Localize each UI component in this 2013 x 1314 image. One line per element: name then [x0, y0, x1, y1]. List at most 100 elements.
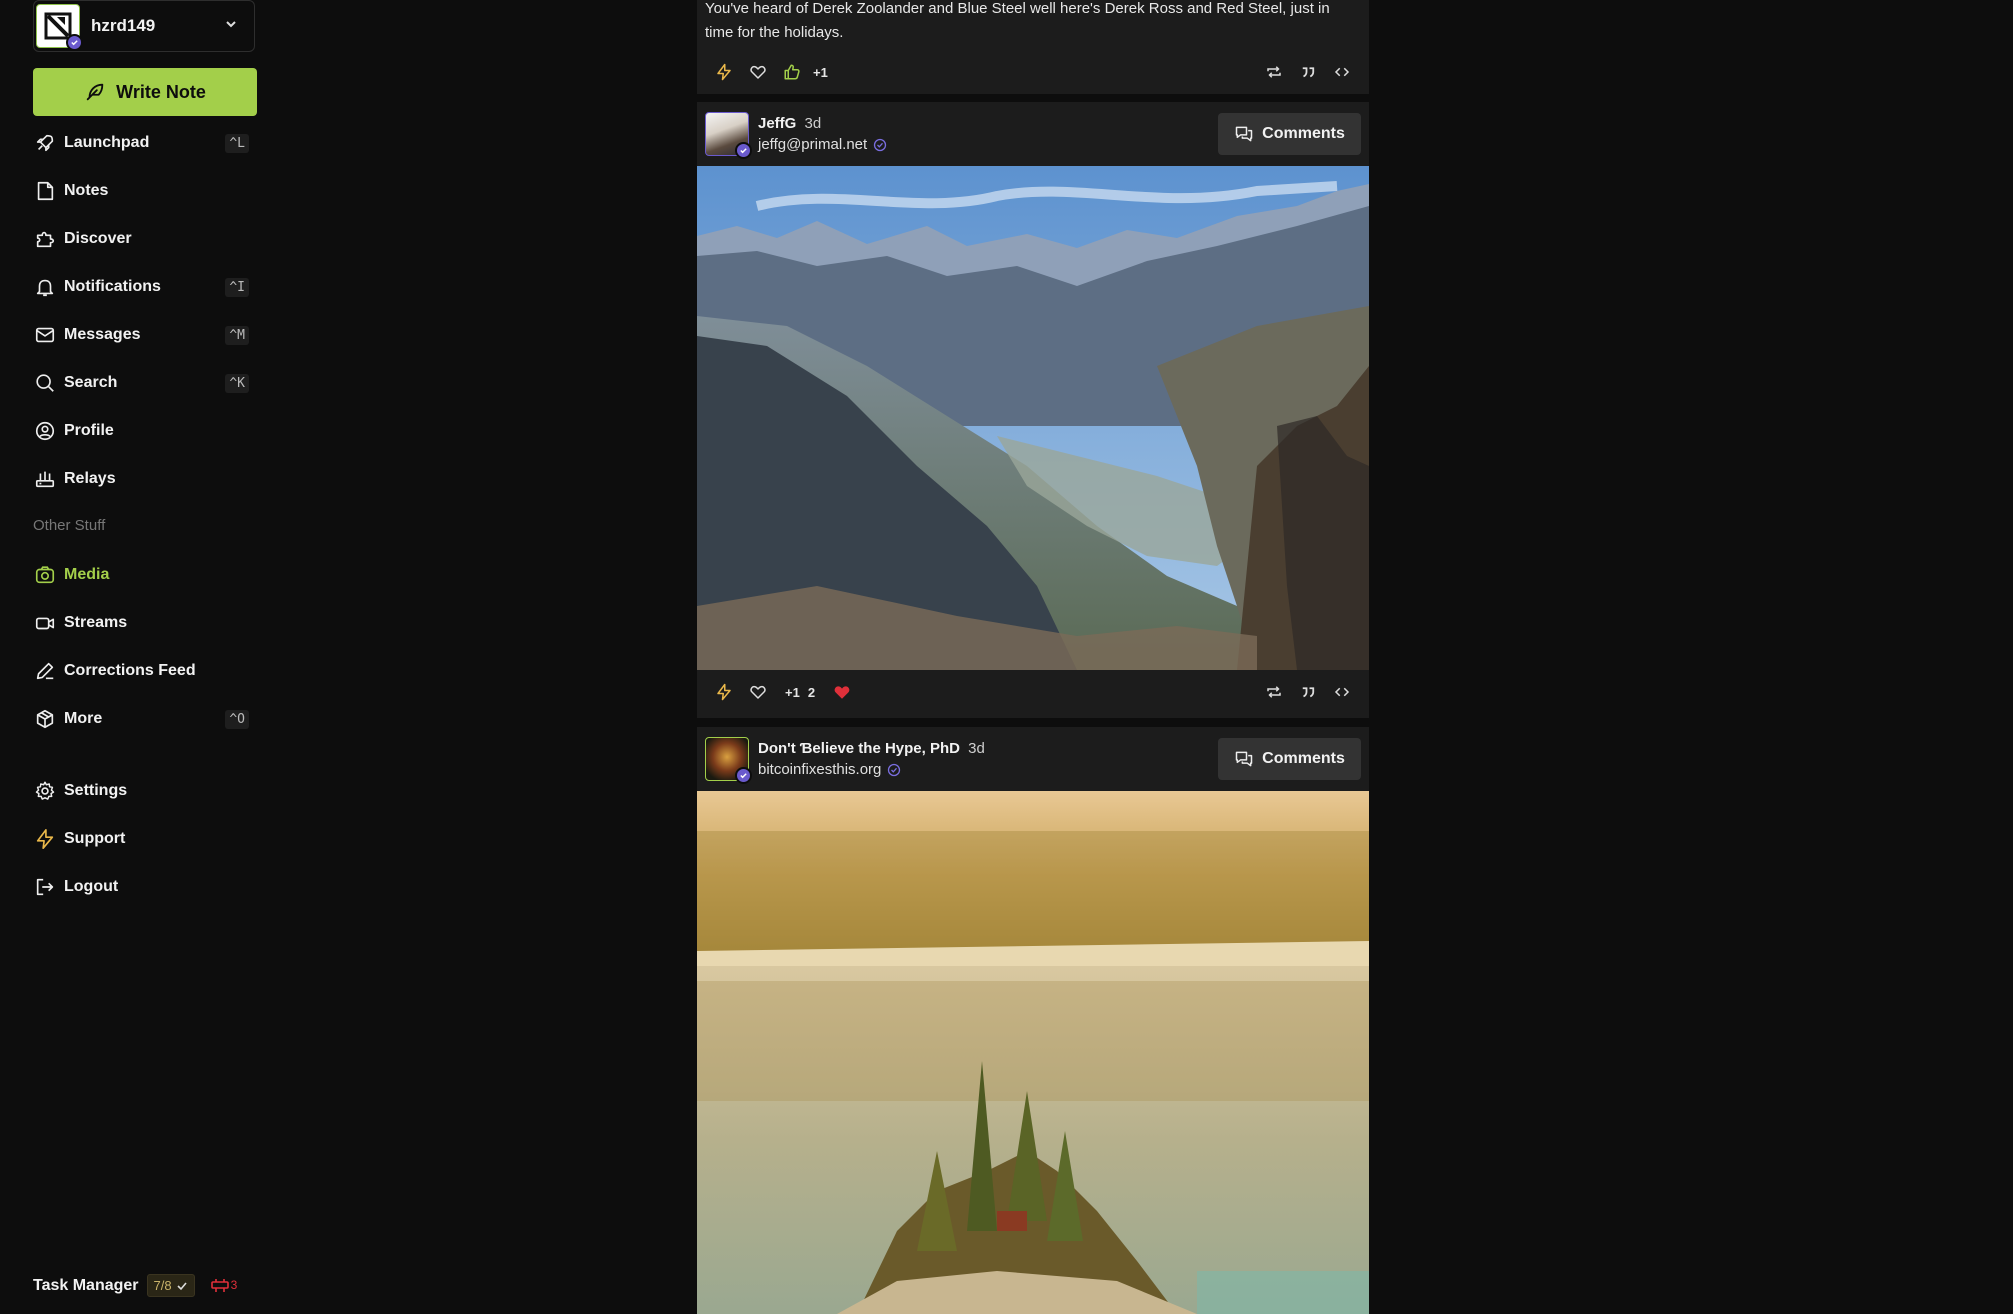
- note-meta: Don't Ɓelieve the Hype, PhD 3d bitcoinfi…: [758, 740, 1218, 778]
- feather-icon: [86, 83, 104, 101]
- shortcut-hint: ^I: [225, 277, 249, 297]
- verified-icon: [66, 34, 83, 51]
- nav-label: Profile: [64, 422, 114, 439]
- note-card: Don't Ɓelieve the Hype, PhD 3d bitcoinfi…: [697, 727, 1369, 1314]
- react-button[interactable]: [741, 55, 775, 89]
- nav-label: Logout: [64, 878, 119, 895]
- nav-label: Relays: [64, 470, 116, 487]
- shortcut-hint: ^L: [225, 133, 249, 153]
- nav-profile[interactable]: Profile: [33, 413, 257, 449]
- note-actions: +1 2: [697, 670, 1369, 714]
- code-icon: [1334, 687, 1350, 697]
- repost-button[interactable]: [1257, 675, 1291, 709]
- check-icon: [177, 1281, 187, 1290]
- verified-icon: [735, 767, 752, 784]
- repost-icon: [1267, 66, 1281, 78]
- nav-media[interactable]: Media: [33, 557, 257, 593]
- relay-alert[interactable]: 3: [210, 1278, 237, 1294]
- task-manager-label: Task Manager: [33, 1276, 139, 1294]
- zap-button[interactable]: [707, 55, 741, 89]
- quote-icon: [1302, 67, 1315, 78]
- nav-label: Messages: [64, 326, 141, 343]
- quote-button[interactable]: [1291, 675, 1325, 709]
- note-meta: JeffG 3d jeffg@primal.net: [758, 115, 1218, 153]
- comments-icon: [1235, 751, 1253, 767]
- note-actions: +1: [697, 50, 1369, 94]
- nav-search[interactable]: Search ^K: [33, 365, 257, 401]
- comments-label: Comments: [1262, 750, 1345, 767]
- router-icon: [33, 467, 57, 491]
- nav-label: Launchpad: [64, 134, 150, 151]
- account-switcher[interactable]: hzrd149: [33, 0, 255, 52]
- write-note-button[interactable]: Write Note: [33, 68, 257, 116]
- nav-relays[interactable]: Relays: [33, 461, 257, 497]
- reaction-heart-icon: [750, 685, 766, 699]
- comments-icon: [1235, 126, 1253, 142]
- author-name[interactable]: JeffG: [758, 115, 796, 132]
- note-card: You've heard of Derek Zoolander and Blue…: [697, 0, 1369, 94]
- comments-button[interactable]: Comments: [1218, 113, 1361, 155]
- quote-icon: [1302, 687, 1315, 698]
- repost-icon: [1267, 686, 1281, 698]
- note-image-lake-island[interactable]: [697, 791, 1369, 1314]
- liked-heart-button[interactable]: [825, 675, 859, 709]
- note-age[interactable]: 3d: [805, 115, 822, 132]
- nav-label: Settings: [64, 782, 128, 799]
- nav-notifications[interactable]: Notifications ^I: [33, 269, 257, 305]
- repost-button[interactable]: [1257, 55, 1291, 89]
- pencil-icon: [33, 659, 57, 683]
- nav-label: Notifications: [64, 278, 161, 295]
- comments-button[interactable]: Comments: [1218, 738, 1361, 780]
- thumbs-up-button[interactable]: [775, 55, 809, 89]
- reaction-heart-icon: [750, 65, 766, 79]
- react-button[interactable]: [741, 675, 775, 709]
- verified-icon: [735, 142, 752, 159]
- reaction-label[interactable]: +1: [785, 685, 800, 700]
- task-manager[interactable]: Task Manager 7/8 3: [33, 1274, 237, 1297]
- nav-label: Media: [64, 566, 110, 583]
- task-progress: 7/8: [153, 1278, 172, 1293]
- red-heart-icon: [834, 686, 850, 699]
- nav-label: Corrections Feed: [64, 662, 196, 679]
- author-name[interactable]: Don't Ɓelieve the Hype, PhD: [758, 740, 960, 757]
- note-header: Don't Ɓelieve the Hype, PhD 3d bitcoinfi…: [697, 727, 1369, 791]
- nav-messages[interactable]: Messages ^M: [33, 317, 257, 353]
- nav-support[interactable]: Support: [33, 821, 257, 857]
- nav-corrections-feed[interactable]: Corrections Feed: [33, 653, 257, 689]
- view-source-button[interactable]: [1325, 55, 1359, 89]
- author-avatar[interactable]: [705, 112, 752, 159]
- nav-discover[interactable]: Discover: [33, 221, 257, 257]
- bell-icon: [33, 275, 57, 299]
- note-image-mountain-valley[interactable]: [697, 166, 1369, 670]
- nav-streams[interactable]: Streams: [33, 605, 257, 641]
- nav-notes[interactable]: Notes: [33, 173, 257, 209]
- author-avatar[interactable]: [705, 737, 752, 784]
- note-card: JeffG 3d jeffg@primal.net Comments +1 2: [697, 102, 1369, 718]
- gear-icon: [33, 779, 57, 803]
- avatar: [36, 4, 83, 51]
- chevron-down-icon: [224, 17, 238, 36]
- search-icon: [33, 371, 57, 395]
- nav-more[interactable]: More ^O: [33, 701, 257, 737]
- note-icon: [33, 179, 57, 203]
- video-icon: [33, 611, 57, 635]
- router-alert-icon: [210, 1278, 229, 1292]
- user-circle-icon: [33, 419, 57, 443]
- lightning-icon: [717, 63, 731, 81]
- quote-button[interactable]: [1291, 55, 1325, 89]
- verified-icon: [888, 763, 901, 776]
- note-age[interactable]: 3d: [968, 740, 985, 757]
- section-label-other: Other Stuff: [33, 517, 106, 534]
- nav-launchpad[interactable]: Launchpad ^L: [33, 125, 257, 161]
- sidebar: hzrd149 Write Note Launchpad ^L Notes Di…: [0, 0, 270, 1314]
- thumbs-up-icon: [784, 64, 800, 80]
- nav-logout[interactable]: Logout: [33, 869, 257, 905]
- package-icon: [33, 707, 57, 731]
- view-source-button[interactable]: [1325, 675, 1359, 709]
- mail-icon: [33, 323, 57, 347]
- nav-label: Streams: [64, 614, 128, 631]
- reaction-count: 2: [807, 684, 816, 700]
- account-username: hzrd149: [91, 16, 156, 35]
- nav-settings[interactable]: Settings: [33, 773, 257, 809]
- zap-button[interactable]: [707, 675, 741, 709]
